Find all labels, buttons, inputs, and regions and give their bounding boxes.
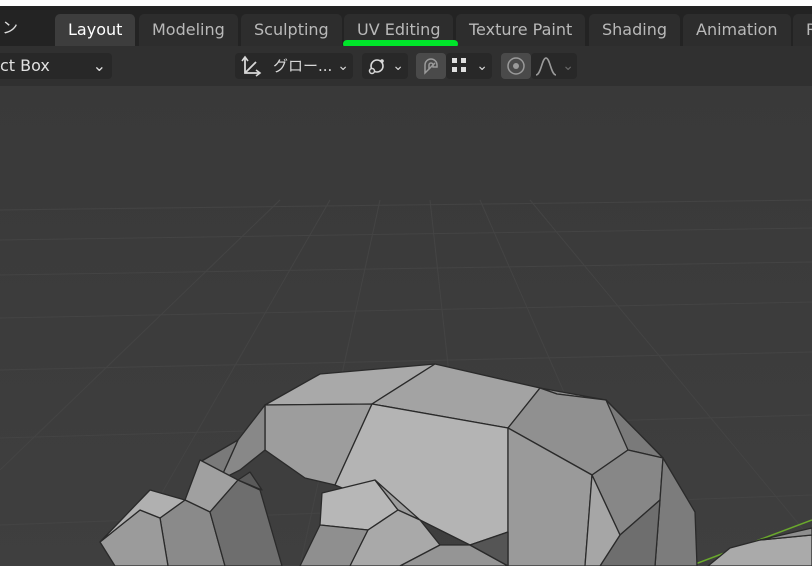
- snap-target-dropdown[interactable]: ⌄: [446, 53, 492, 79]
- chevron-down-icon: ⌄: [562, 58, 574, 74]
- chevron-down-icon: ⌄: [392, 58, 404, 74]
- transform-orientation-label: グロー...: [273, 57, 333, 75]
- select-box-label: ct Box: [0, 56, 50, 75]
- 3d-viewport[interactable]: [0, 86, 812, 566]
- tab-layout[interactable]: Layout: [55, 14, 136, 46]
- falloff-dropdown[interactable]: ⌄: [531, 53, 577, 79]
- viewport-scene: [0, 86, 812, 566]
- falloff-curve-icon: [535, 57, 557, 76]
- grid-snap-icon: [452, 58, 466, 72]
- transform-axes-icon: [241, 55, 262, 77]
- magnet-icon: [424, 58, 438, 75]
- viewport-header: ct Box ⌄ グロー... ⌄ ⌄ ⌄ ⌄: [0, 46, 812, 86]
- proportional-editing-toggle[interactable]: [501, 53, 531, 79]
- menu-fragment[interactable]: ン: [0, 14, 18, 42]
- tab-rendering[interactable]: R: [793, 14, 812, 46]
- chevron-down-icon: ⌄: [337, 58, 349, 74]
- pivot-point-icon: [368, 59, 384, 75]
- chevron-down-icon: ⌄: [476, 58, 488, 74]
- transform-orientation-dropdown[interactable]: グロー... ⌄: [235, 53, 353, 79]
- proportional-editing-icon: [507, 57, 525, 75]
- tab-animation[interactable]: Animation: [683, 14, 791, 46]
- tab-sculpting[interactable]: Sculpting: [241, 14, 342, 46]
- pivot-point-dropdown[interactable]: ⌄: [362, 53, 408, 79]
- tab-shading[interactable]: Shading: [589, 14, 680, 46]
- chevron-down-icon: ⌄: [92, 56, 106, 75]
- tab-texture-paint[interactable]: Texture Paint: [456, 14, 586, 46]
- select-box-dropdown[interactable]: ct Box ⌄: [0, 53, 112, 79]
- snap-toggle[interactable]: [416, 53, 446, 79]
- tab-modeling[interactable]: Modeling: [139, 14, 238, 46]
